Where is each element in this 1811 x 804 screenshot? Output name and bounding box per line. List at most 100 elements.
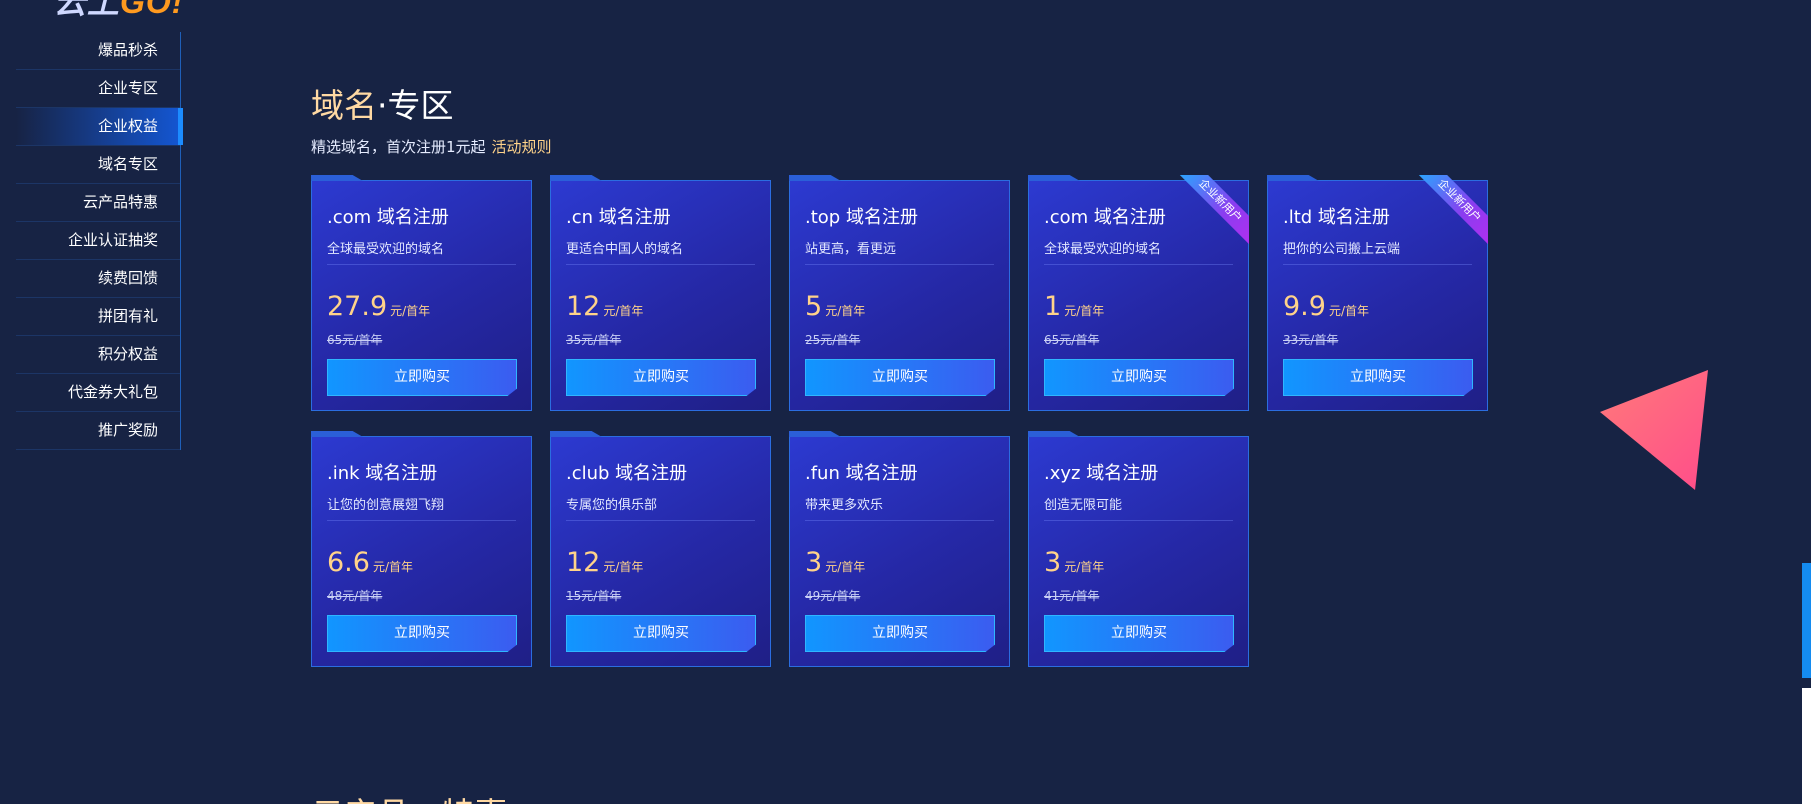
price-unit: 元/首年 bbox=[1328, 304, 1369, 318]
card-price: 3 bbox=[1044, 547, 1062, 578]
card-description: 创造无限可能 bbox=[1044, 498, 1123, 513]
activity-rules-link[interactable]: 活动规则 bbox=[492, 138, 552, 156]
new-enterprise-ribbon: 企业新用户 bbox=[1173, 175, 1249, 251]
buy-now-button[interactable]: 立即购买 bbox=[1044, 615, 1234, 652]
domain-card: .com 域名注册 全球最受欢迎的域名 27.9 元/首年 65元/首年 立即购买 bbox=[311, 180, 532, 411]
card-title: .xyz 域名注册 bbox=[1044, 463, 1159, 484]
original-price: 33元/首年 bbox=[1283, 333, 1339, 347]
card-price: 12 bbox=[566, 291, 601, 322]
card-price: 6.6 bbox=[327, 547, 370, 578]
price-row: 6.6 元/首年 bbox=[327, 547, 413, 578]
buy-now-button[interactable]: 立即购买 bbox=[327, 615, 517, 652]
decorative-triangle bbox=[1600, 370, 1708, 490]
logo[interactable]: 云上GO! bbox=[54, 0, 183, 18]
price-unit: 元/首年 bbox=[825, 304, 866, 318]
page: 云上GO! 爆品秒杀 企业专区 企业权益 域名专区 云产品特惠 企业认证抽奖 续… bbox=[0, 0, 1811, 804]
price-unit: 元/首年 bbox=[603, 304, 644, 318]
card-divider bbox=[1283, 264, 1472, 265]
domain-card: .xyz 域名注册 创造无限可能 3 元/首年 41元/首年 立即购买 bbox=[1028, 436, 1249, 667]
card-title: .club 域名注册 bbox=[566, 463, 688, 484]
section-subtitle: 精选域名，首次注册1元起 活动规则 bbox=[311, 136, 552, 157]
card-description: 全球最受欢迎的域名 bbox=[327, 242, 445, 257]
card-price: 12 bbox=[566, 547, 601, 578]
ribbon-label: 企业新用户 bbox=[1413, 175, 1488, 247]
card-title: .top 域名注册 bbox=[805, 207, 918, 228]
floating-side-tab[interactable] bbox=[1802, 563, 1811, 678]
original-price: 25元/首年 bbox=[805, 333, 861, 347]
buy-now-button[interactable]: 立即购买 bbox=[327, 359, 517, 396]
price-unit: 元/首年 bbox=[372, 560, 413, 574]
sidebar-item-cloud-deals[interactable]: 云产品特惠 bbox=[16, 184, 180, 222]
card-price: 1 bbox=[1044, 291, 1062, 322]
card-divider bbox=[805, 264, 994, 265]
sidebar-item-renewal-rewards[interactable]: 续费回馈 bbox=[16, 260, 180, 298]
card-description: 全球最受欢迎的域名 bbox=[1044, 242, 1162, 257]
card-divider bbox=[805, 520, 994, 521]
card-description: 让您的创意展翅飞翔 bbox=[327, 498, 445, 513]
original-price: 49元/首年 bbox=[805, 589, 861, 603]
card-title: .com 域名注册 bbox=[1044, 207, 1166, 228]
original-price: 41元/首年 bbox=[1044, 589, 1100, 603]
domain-card: .club 域名注册 专属您的俱乐部 12 元/首年 15元/首年 立即购买 bbox=[550, 436, 771, 667]
original-price: 48元/首年 bbox=[327, 589, 383, 603]
sidebar-item-domain-zone[interactable]: 域名专区 bbox=[16, 146, 180, 184]
buy-now-button[interactable]: 立即购买 bbox=[566, 615, 756, 652]
original-price: 65元/首年 bbox=[1044, 333, 1100, 347]
buy-now-button[interactable]: 立即购买 bbox=[805, 615, 995, 652]
card-title: .ink 域名注册 bbox=[327, 463, 438, 484]
domain-card: .fun 域名注册 带来更多欢乐 3 元/首年 49元/首年 立即购买 bbox=[789, 436, 1010, 667]
price-row: 9.9 元/首年 bbox=[1283, 291, 1369, 322]
sidebar-item-group-buy[interactable]: 拼团有礼 bbox=[16, 298, 180, 336]
card-divider bbox=[566, 264, 755, 265]
sidebar-item-certification-lottery[interactable]: 企业认证抽奖 bbox=[16, 222, 180, 260]
card-description: 更适合中国人的域名 bbox=[566, 242, 684, 257]
section-title-part1: 域名 bbox=[311, 86, 377, 125]
sidebar-item-flash-sale[interactable]: 爆品秒杀 bbox=[16, 32, 180, 70]
original-price: 65元/首年 bbox=[327, 333, 383, 347]
price-row: 12 元/首年 bbox=[566, 547, 643, 578]
sidebar-item-enterprise-benefits[interactable]: 企业权益 bbox=[16, 108, 183, 146]
subtitle-text: 精选域名，首次注册1元起 bbox=[311, 138, 486, 156]
domain-card: 企业新用户 .com 域名注册 全球最受欢迎的域名 1 元/首年 65元/首年 立… bbox=[1028, 175, 1249, 411]
price-unit: 元/首年 bbox=[1064, 560, 1105, 574]
card-divider bbox=[327, 520, 516, 521]
price-row: 3 元/首年 bbox=[1044, 547, 1104, 578]
price-unit: 元/首年 bbox=[603, 560, 644, 574]
section-title: 域名·专区 bbox=[311, 86, 454, 126]
card-title: .cn 域名注册 bbox=[566, 207, 671, 228]
card-description: 把你的公司搬上云端 bbox=[1283, 242, 1401, 257]
ribbon-label: 企业新用户 bbox=[1174, 175, 1249, 247]
buy-now-button[interactable]: 立即购买 bbox=[1044, 359, 1234, 396]
logo-go: GO! bbox=[120, 0, 184, 20]
original-price: 35元/首年 bbox=[566, 333, 622, 347]
buy-now-button[interactable]: 立即购买 bbox=[566, 359, 756, 396]
card-price: 27.9 bbox=[327, 291, 388, 322]
card-price: 3 bbox=[805, 547, 823, 578]
card-description: 站更高，看更远 bbox=[805, 242, 897, 257]
sidebar-nav: 爆品秒杀 企业专区 企业权益 域名专区 云产品特惠 企业认证抽奖 续费回馈 拼团… bbox=[16, 32, 183, 450]
card-title: .com 域名注册 bbox=[327, 207, 449, 228]
price-unit: 元/首年 bbox=[390, 304, 431, 318]
logo-text: 云上 bbox=[54, 0, 121, 20]
price-row: 1 元/首年 bbox=[1044, 291, 1104, 322]
section-title-separator: · bbox=[377, 86, 388, 125]
card-price: 9.9 bbox=[1283, 291, 1326, 322]
card-divider bbox=[1044, 520, 1233, 521]
buy-now-button[interactable]: 立即购买 bbox=[805, 359, 995, 396]
card-divider bbox=[327, 264, 516, 265]
sidebar-item-enterprise-zone[interactable]: 企业专区 bbox=[16, 70, 180, 108]
domain-card: .top 域名注册 站更高，看更远 5 元/首年 25元/首年 立即购买 bbox=[789, 180, 1010, 411]
sidebar-item-vouchers[interactable]: 代金券大礼包 bbox=[16, 374, 180, 412]
price-row: 5 元/首年 bbox=[805, 291, 865, 322]
price-row: 27.9 元/首年 bbox=[327, 291, 430, 322]
section-title-part2: 专区 bbox=[387, 86, 454, 125]
original-price: 15元/首年 bbox=[566, 589, 622, 603]
sidebar-item-referral[interactable]: 推广奖励 bbox=[16, 412, 180, 450]
floating-side-panel[interactable] bbox=[1802, 688, 1811, 804]
card-title: .fun 域名注册 bbox=[805, 463, 918, 484]
buy-now-button[interactable]: 立即购买 bbox=[1283, 359, 1473, 396]
sidebar-item-points[interactable]: 积分权益 bbox=[16, 336, 180, 374]
price-unit: 元/首年 bbox=[1064, 304, 1105, 318]
card-divider bbox=[566, 520, 755, 521]
card-price: 5 bbox=[805, 291, 823, 322]
